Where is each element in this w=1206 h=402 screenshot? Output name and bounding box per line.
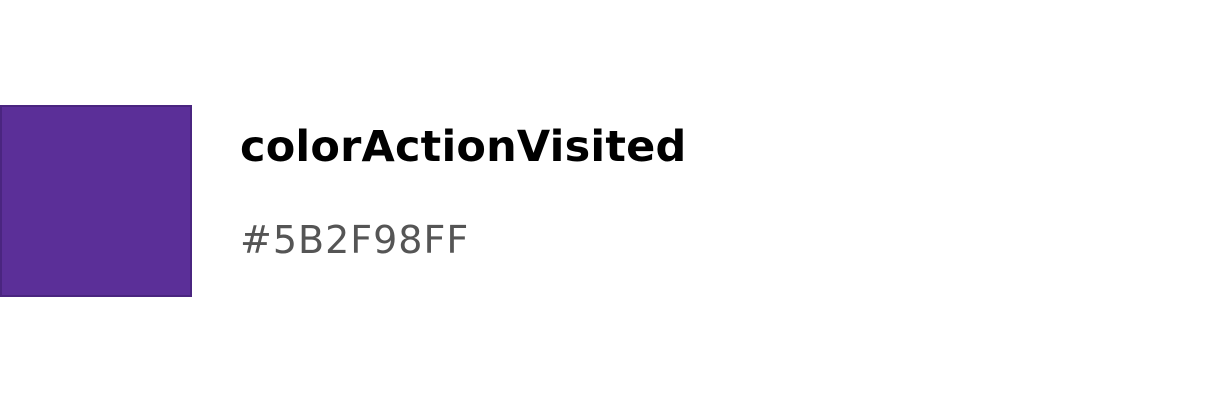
- color-swatch: [0, 105, 192, 297]
- color-token-row: colorActionVisited #5B2F98FF: [0, 105, 1206, 297]
- token-name: colorActionVisited: [240, 122, 687, 172]
- token-info: colorActionVisited #5B2F98FF: [240, 105, 686, 263]
- token-hex-value: #5B2F98FF: [240, 218, 470, 262]
